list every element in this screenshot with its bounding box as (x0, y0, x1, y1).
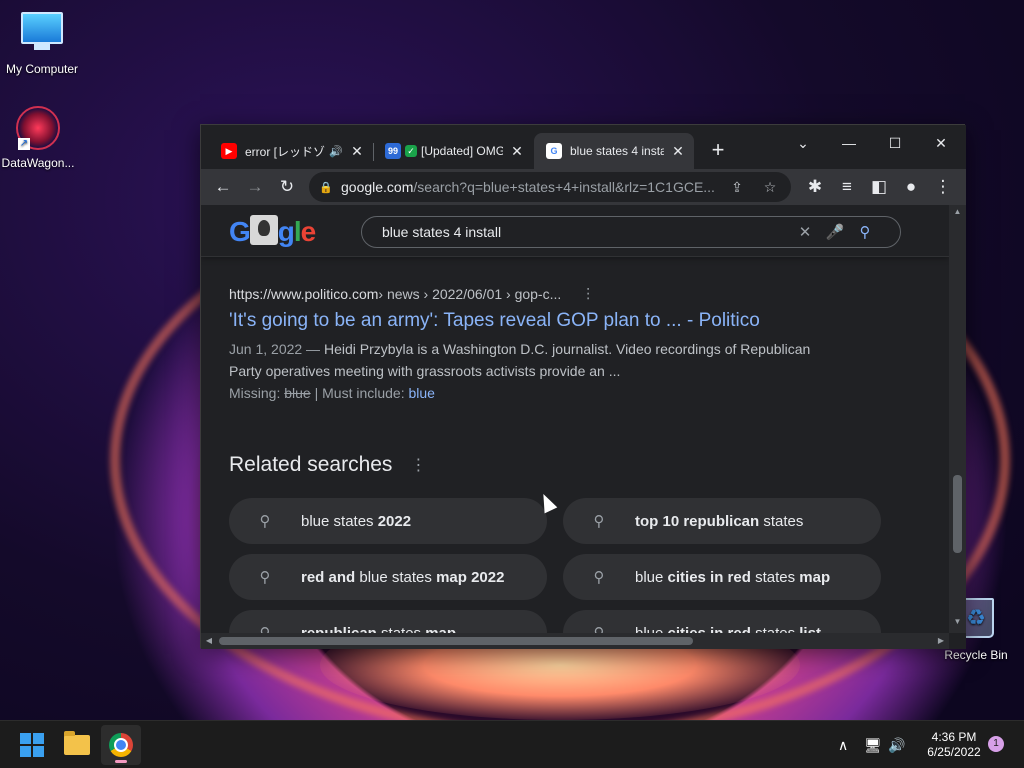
browser-toolbar: ← → ↻ 🔒 google.com /search?q=blue+states… (201, 169, 966, 205)
search-result: https://www.politico.com › news › 2022/0… (229, 285, 829, 404)
result-snippet: Jun 1, 2022 — Heidi Przybyla is a Washin… (229, 341, 811, 379)
tab-omg[interactable]: 99 ✓ [Updated] OMG ✕ (373, 133, 533, 169)
search-query[interactable]: blue states 4 install (382, 224, 790, 240)
horizontal-scroll-thumb[interactable] (219, 637, 693, 645)
extensions-icon[interactable]: ✱ (803, 175, 827, 199)
desktop-icon-label: DataWagon... (1, 156, 75, 170)
monitor-icon (20, 12, 64, 56)
new-tab-button[interactable]: + (706, 139, 730, 163)
tray-overflow-chevron[interactable]: ∧ (838, 721, 854, 768)
related-search-chip[interactable]: ⚲ top 10 republican states (563, 498, 881, 544)
vertical-scroll-thumb[interactable] (953, 475, 962, 553)
taskbar-clock[interactable]: 4:36 PM 6/25/2022 (914, 730, 994, 760)
lock-icon[interactable]: 🔒 (319, 181, 333, 194)
scroll-up-arrow[interactable]: ▲ (949, 207, 966, 216)
microphone-icon[interactable]: 🎤 (820, 223, 850, 241)
result-missing-terms: Missing: blue | Must include: blue (229, 385, 435, 401)
shortcut-arrow-icon: ↗ (18, 138, 30, 150)
forward-button[interactable]: → (243, 175, 267, 199)
tab-strip: ▶ error [レッドゾー 🔊 ✕ 99 ✓ [Updated] OMG ✕ … (201, 125, 966, 169)
clock-time: 4:36 PM (931, 730, 977, 744)
clear-search-icon[interactable]: ✕ (790, 223, 820, 241)
desktop-icon-label: Recycle Bin (944, 648, 1008, 662)
volume-icon[interactable]: 🔊 (888, 721, 908, 768)
file-explorer-button[interactable] (57, 725, 97, 765)
desktop-icon-my-computer[interactable]: My Computer (0, 10, 84, 76)
datawagon-icon: ↗ (16, 106, 60, 150)
start-button[interactable] (12, 725, 52, 765)
search-icon: ⚲ (593, 569, 605, 586)
taskbar: ∧ 🖥 🔊 4:36 PM 6/25/2022 (0, 720, 1024, 768)
desktop-icon-datawagon[interactable]: ↗ DataWagon... (0, 106, 80, 170)
desktop-icon-label: My Computer (5, 62, 79, 76)
audio-icon[interactable]: 🔊 (329, 145, 343, 158)
related-search-chip[interactable]: ⚲ blue states 2022 (229, 498, 547, 544)
address-bar[interactable]: 🔒 google.com /search?q=blue+states+4+ins… (309, 172, 791, 202)
search-header: Ggle blue states 4 install ✕ 🎤 ⚲ (201, 205, 949, 257)
chrome-taskbar-button[interactable] (101, 725, 141, 765)
menu-icon[interactable]: ⋮ (931, 175, 955, 199)
scroll-left-arrow[interactable]: ◀ (201, 633, 217, 649)
related-search-chip[interactable]: ⚲ red and blue states map 2022 (229, 554, 547, 600)
url-host: google.com (341, 179, 414, 195)
result-title-link[interactable]: 'It's going to be an army': Tapes reveal… (229, 310, 829, 332)
tab-close-button[interactable]: ✕ (670, 143, 686, 160)
checkmark-icon: ✓ (405, 145, 417, 157)
url-path: /search?q=blue+states+4+install&rlz=1C1G… (413, 179, 715, 195)
youtube-icon: ▶ (221, 143, 237, 159)
tab-close-button[interactable]: ✕ (509, 143, 525, 160)
related-searches-heading: Related searches ⋮ (229, 453, 427, 476)
clock-date: 6/25/2022 (927, 745, 981, 759)
more-options-icon[interactable]: ⋮ (410, 455, 426, 475)
folder-icon (64, 731, 90, 755)
tab-close-button[interactable]: ✕ (349, 143, 365, 160)
result-url[interactable]: https://www.politico.com › news › 2022/0… (229, 285, 829, 302)
search-icon: ⚲ (259, 513, 271, 530)
google-logo[interactable]: Ggle (229, 215, 316, 248)
google-icon: G (546, 143, 562, 159)
search-icon: ⚲ (593, 513, 605, 530)
horizontal-scrollbar[interactable]: ◀ ▶ (201, 633, 949, 649)
search-input[interactable]: blue states 4 install ✕ 🎤 ⚲ (361, 216, 901, 248)
more-options-icon[interactable]: ⋮ (581, 285, 595, 302)
windows-logo-icon (20, 733, 44, 757)
must-include-link[interactable]: blue (409, 385, 435, 401)
running-indicator (115, 760, 127, 763)
scroll-right-arrow[interactable]: ▶ (933, 633, 949, 649)
search-icon: ⚲ (259, 569, 271, 586)
tab-search-button[interactable]: ⌄ (780, 129, 826, 157)
notification-badge[interactable]: 1 (988, 736, 1004, 752)
side-panel-icon[interactable]: ◧ (867, 175, 891, 199)
page-viewport: Ggle blue states 4 install ✕ 🎤 ⚲ https:/… (201, 205, 966, 649)
tab-youtube[interactable]: ▶ error [レッドゾー 🔊 ✕ (209, 133, 373, 169)
media-control-icon[interactable]: ≡ (835, 175, 859, 199)
vertical-scrollbar[interactable]: ▲ ▼ (949, 205, 966, 633)
network-icon[interactable]: 🖥 (864, 721, 884, 768)
profile-icon[interactable]: ● (899, 175, 923, 199)
scroll-down-arrow[interactable]: ▼ (949, 617, 966, 626)
maximize-button[interactable]: ☐ (872, 129, 918, 157)
reload-button[interactable]: ↻ (275, 175, 299, 199)
99-icon: 99 (385, 143, 401, 159)
browser-window: ▶ error [レッドゾー 🔊 ✕ 99 ✓ [Updated] OMG ✕ … (200, 124, 966, 649)
doodle-image (249, 215, 278, 245)
tab-google-search[interactable]: G blue states 4 install ✕ (534, 133, 694, 169)
related-search-chip[interactable]: ⚲ blue cities in red states map (563, 554, 881, 600)
bookmark-star-icon[interactable]: ☆ (759, 179, 781, 196)
close-window-button[interactable]: ✕ (918, 129, 964, 157)
chrome-icon (109, 733, 133, 757)
share-icon[interactable]: ⇪ (726, 179, 748, 196)
back-button[interactable]: ← (211, 175, 235, 199)
search-icon[interactable]: ⚲ (850, 223, 880, 241)
minimize-button[interactable]: — (826, 129, 872, 157)
